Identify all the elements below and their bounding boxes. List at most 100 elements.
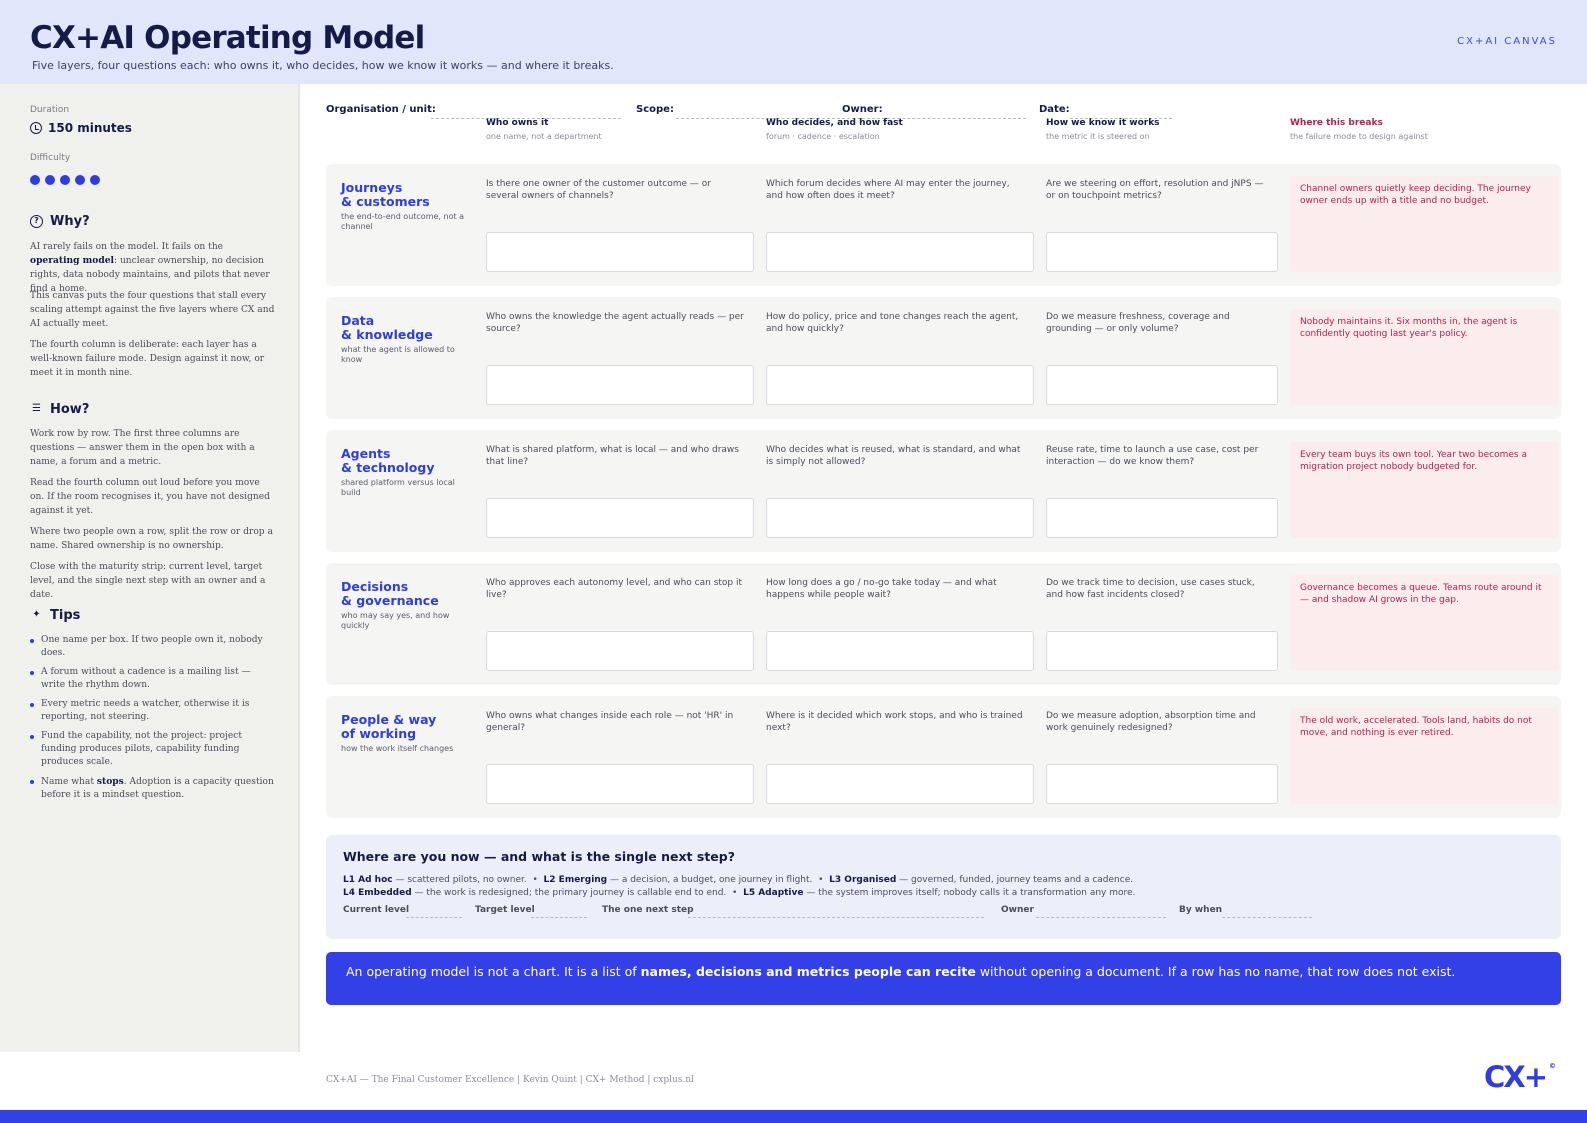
row-title: Data & knowledge xyxy=(341,313,433,342)
tip-item: Name what stops. Adoption is a capacity … xyxy=(30,775,275,802)
tip-item: One name per box. If two people own it, … xyxy=(30,634,275,660)
by-when-label: By when xyxy=(1179,905,1223,915)
answer-box-decides[interactable] xyxy=(766,232,1034,272)
answer-box-works[interactable] xyxy=(1046,232,1278,272)
page-title: CX+AI Operating Model xyxy=(30,20,425,56)
difficulty-label: Difficulty xyxy=(30,153,71,163)
current-level-label: Current level xyxy=(343,905,410,915)
how-paragraph-1: Work row by row. The first three columns… xyxy=(30,429,255,467)
answer-box-decides[interactable] xyxy=(766,365,1034,405)
tips-heading-text: Tips xyxy=(50,608,81,623)
row-title: Journeys & customers xyxy=(341,180,430,209)
answer-box-owns[interactable] xyxy=(486,631,754,671)
row-subtitle: who may say yes, and how quickly xyxy=(341,611,450,630)
bottom-bar xyxy=(0,1110,1587,1123)
difficulty-rating xyxy=(30,175,100,185)
difficulty-dot xyxy=(30,175,40,185)
layer-row-journeys: Journeys & customers the end-to-end outco… xyxy=(326,164,1561,286)
row-title: People & way of working xyxy=(341,712,437,741)
failure-mode: Every team buys its own tool. Year two b… xyxy=(1290,442,1559,538)
why-heading: ? Why? xyxy=(30,214,90,229)
why-paragraph-2: This canvas puts the four questions that… xyxy=(30,291,275,329)
question-decides: Who decides what is reused, what is stan… xyxy=(766,445,1021,467)
answer-box-works[interactable] xyxy=(1046,498,1278,538)
how-heading-text: How? xyxy=(50,402,90,417)
lightbulb-icon: ✦ xyxy=(32,609,41,620)
answer-box-owns[interactable] xyxy=(486,365,754,405)
failure-mode: The old work, accelerated. Tools land, h… xyxy=(1290,708,1559,804)
layer-row-data: Data & knowledge what the agent is allowe… xyxy=(326,297,1561,419)
answer-box-owns[interactable] xyxy=(486,498,754,538)
maturity-strip: Where are you now — and what is the sing… xyxy=(326,835,1561,939)
column-header-owns: Who owns it one name, not a department xyxy=(486,118,602,141)
page-header: CX+AI Operating Model Five layers, four … xyxy=(0,0,1587,84)
answer-box-decides[interactable] xyxy=(766,764,1034,804)
difficulty-dot xyxy=(90,175,100,185)
row-title: Agents & technology xyxy=(341,446,435,475)
footer-credits: CX+AI — The Final Customer Excellence | … xyxy=(326,1075,694,1085)
question-owns: What is shared platform, what is local —… xyxy=(486,445,739,467)
failure-mode: Governance becomes a queue. Teams route … xyxy=(1290,575,1559,671)
list-icon: ☰ xyxy=(32,403,41,414)
why-heading-text: Why? xyxy=(50,214,90,229)
owner-field[interactable] xyxy=(1036,917,1166,918)
tips-list: One name per box. If two people own it, … xyxy=(30,634,275,808)
difficulty-dot xyxy=(45,175,55,185)
duration-label: Duration xyxy=(30,105,70,115)
question-decides: How long does a go / no-go take today — … xyxy=(766,578,997,600)
question-owns: Who approves each autonomy level, and wh… xyxy=(486,578,743,600)
tip-item: Fund the capability, not the project: pr… xyxy=(30,730,275,769)
current-level-field[interactable] xyxy=(406,917,462,918)
tip-item: A forum without a cadence is a mailing l… xyxy=(30,666,275,692)
column-header-breaks: Where this breaks the failure mode to des… xyxy=(1290,118,1428,141)
question-icon: ? xyxy=(30,215,43,228)
owner-label: Owner xyxy=(1001,905,1034,915)
answer-box-decides[interactable] xyxy=(766,631,1034,671)
how-paragraph-2: Read the fourth column out loud before y… xyxy=(30,478,270,516)
maturity-levels-line-2: L4 Embedded — the work is redesigned; th… xyxy=(343,888,1136,898)
answer-box-works[interactable] xyxy=(1046,631,1278,671)
how-paragraph-4: Close with the maturity strip: current l… xyxy=(30,562,266,600)
question-works: Do we measure adoption, absorption time … xyxy=(1046,711,1256,733)
scope-label: Scope: xyxy=(636,104,674,115)
answer-box-works[interactable] xyxy=(1046,365,1278,405)
maturity-levels-line-1: L1 Ad hoc — scattered pilots, no owner. … xyxy=(343,875,1134,885)
answer-box-owns[interactable] xyxy=(486,764,754,804)
clock-icon xyxy=(30,122,42,134)
answer-box-decides[interactable] xyxy=(766,498,1034,538)
column-header-works: How we know it works the metric it is ste… xyxy=(1046,118,1160,141)
question-works: Do we track time to decision, use cases … xyxy=(1046,578,1255,600)
target-level-field[interactable] xyxy=(531,917,587,918)
question-works: Do we measure freshness, coverage and gr… xyxy=(1046,312,1230,334)
answer-box-works[interactable] xyxy=(1046,764,1278,804)
page-subtitle: Five layers, four questions each: who ow… xyxy=(32,59,614,72)
layer-row-people: People & way of working how the work itse… xyxy=(326,696,1561,818)
layer-row-agents: Agents & technology shared platform versu… xyxy=(326,430,1561,552)
row-subtitle: what the agent is allowed to know xyxy=(341,345,455,364)
question-decides: Which forum decides where AI may enter t… xyxy=(766,179,1010,201)
date-label: Date: xyxy=(1039,104,1070,115)
banner-text: An operating model is not a chart. It is… xyxy=(346,964,1456,979)
duration-value-row: 150 minutes xyxy=(30,121,132,135)
row-subtitle: shared platform versus local build xyxy=(341,478,455,497)
target-level-label: Target level xyxy=(475,905,535,915)
by-when-field[interactable] xyxy=(1222,917,1312,918)
next-step-field[interactable] xyxy=(688,917,984,918)
layer-row-decisions: Decisions & governance who may say yes, a… xyxy=(326,563,1561,685)
tips-heading: ✦ Tips xyxy=(30,608,80,623)
owner-label: Owner: xyxy=(842,104,883,115)
duration-value: 150 minutes xyxy=(48,121,132,135)
failure-mode: Channel owners quietly keep deciding. Th… xyxy=(1290,176,1559,272)
question-owns: Is there one owner of the customer outco… xyxy=(486,179,711,201)
how-paragraph-3: Where two people own a row, split the ro… xyxy=(30,527,273,551)
failure-mode: Nobody maintains it. Six months in, the … xyxy=(1290,309,1559,405)
column-header-decides: Who decides, and how fast forum · cadence… xyxy=(766,118,903,141)
row-subtitle: how the work itself changes xyxy=(341,744,454,753)
row-title: Decisions & governance xyxy=(341,579,439,608)
why-paragraph-1: AI rarely fails on the model. It fails o… xyxy=(30,242,270,294)
question-owns: Who owns what changes inside each role —… xyxy=(486,711,734,733)
row-subtitle: the end-to-end outcome, not a channel xyxy=(341,212,465,231)
answer-box-owns[interactable] xyxy=(486,232,754,272)
difficulty-dot xyxy=(75,175,85,185)
question-decides: Where is it decided which work stops, an… xyxy=(766,711,1023,733)
